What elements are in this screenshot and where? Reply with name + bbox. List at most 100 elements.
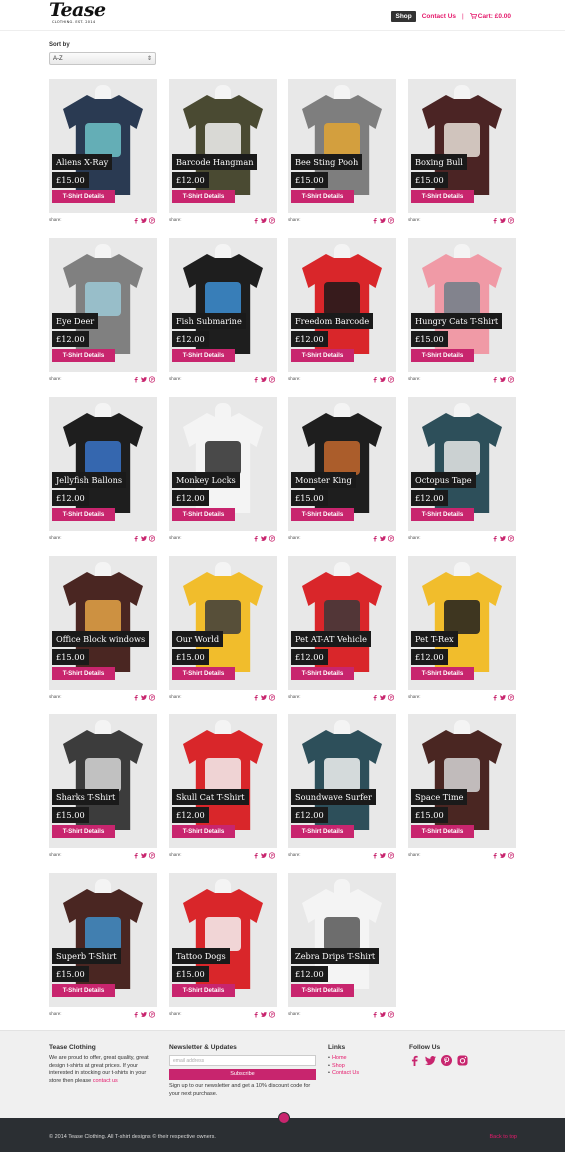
pinterest-icon[interactable] bbox=[388, 1011, 394, 1018]
pinterest-icon[interactable] bbox=[508, 852, 514, 859]
twitter-icon[interactable] bbox=[380, 376, 386, 383]
product-name[interactable]: Skull Cat T-Shirt bbox=[172, 789, 249, 805]
product-card[interactable]: Office Block windows £15.00 T-Shirt Detail… bbox=[49, 556, 157, 704]
product-photo[interactable]: Monkey Locks £12.00 T-Shirt Details bbox=[169, 397, 277, 531]
product-card[interactable]: Aliens X-Ray £15.00 T-Shirt Details share: bbox=[49, 79, 157, 227]
tshirt-details-button[interactable]: T-Shirt Details bbox=[172, 190, 235, 203]
pinterest-icon[interactable] bbox=[149, 694, 155, 701]
pinterest-icon[interactable] bbox=[269, 535, 275, 542]
twitter-icon[interactable] bbox=[425, 1055, 436, 1066]
twitter-icon[interactable] bbox=[380, 694, 386, 701]
twitter-icon[interactable] bbox=[261, 852, 267, 859]
product-name[interactable]: Hungry Cats T-Shirt bbox=[411, 313, 503, 329]
facebook-icon[interactable] bbox=[253, 694, 259, 701]
twitter-icon[interactable] bbox=[380, 535, 386, 542]
product-name[interactable]: Tattoo Dogs bbox=[172, 948, 230, 964]
pinterest-icon[interactable] bbox=[508, 694, 514, 701]
product-name[interactable]: Superb T-Shirt bbox=[52, 948, 121, 964]
facebook-icon[interactable] bbox=[133, 1011, 139, 1018]
product-photo[interactable]: Eye Deer £12.00 T-Shirt Details bbox=[49, 238, 157, 372]
product-photo[interactable]: Barcode Hangman £12.00 T-Shirt Details bbox=[169, 79, 277, 213]
facebook-icon[interactable] bbox=[372, 535, 378, 542]
twitter-icon[interactable] bbox=[261, 694, 267, 701]
newsletter-email-input[interactable]: email address bbox=[169, 1055, 316, 1067]
product-name[interactable]: Soundwave Surfer bbox=[291, 789, 376, 805]
facebook-icon[interactable] bbox=[253, 217, 259, 224]
tshirt-details-button[interactable]: T-Shirt Details bbox=[291, 984, 354, 997]
twitter-icon[interactable] bbox=[141, 376, 147, 383]
facebook-icon[interactable] bbox=[492, 535, 498, 542]
facebook-icon[interactable] bbox=[409, 1055, 420, 1067]
product-name[interactable]: Octopus Tape bbox=[411, 472, 476, 488]
twitter-icon[interactable] bbox=[141, 535, 147, 542]
product-name[interactable]: Bee Sting Pooh bbox=[291, 154, 363, 170]
tshirt-details-button[interactable]: T-Shirt Details bbox=[411, 508, 474, 521]
product-card[interactable]: Eye Deer £12.00 T-Shirt Details share: bbox=[49, 238, 157, 386]
product-photo[interactable]: Tattoo Dogs £15.00 T-Shirt Details bbox=[169, 873, 277, 1007]
product-photo[interactable]: Freedom Barcode £12.00 T-Shirt Details bbox=[288, 238, 396, 372]
twitter-icon[interactable] bbox=[500, 852, 506, 859]
product-card[interactable]: Zebra Drips T-Shirt £12.00 T-Shirt Details… bbox=[288, 873, 396, 1021]
product-card[interactable]: Freedom Barcode £12.00 T-Shirt Details shar… bbox=[288, 238, 396, 386]
tshirt-details-button[interactable]: T-Shirt Details bbox=[411, 190, 474, 203]
twitter-icon[interactable] bbox=[141, 694, 147, 701]
tshirt-details-button[interactable]: T-Shirt Details bbox=[291, 349, 354, 362]
tshirt-details-button[interactable]: T-Shirt Details bbox=[52, 349, 115, 362]
product-name[interactable]: Jellyfish Ballons bbox=[52, 472, 127, 488]
twitter-icon[interactable] bbox=[500, 376, 506, 383]
twitter-icon[interactable] bbox=[141, 217, 147, 224]
sort-select[interactable]: A-Z ⇕ bbox=[49, 52, 156, 65]
facebook-icon[interactable] bbox=[372, 694, 378, 701]
back-to-top-link[interactable]: Back to top bbox=[489, 1134, 517, 1140]
nav-cart[interactable]: Cart: £0.00 bbox=[469, 13, 511, 20]
pinterest-icon[interactable] bbox=[388, 694, 394, 701]
tshirt-details-button[interactable]: T-Shirt Details bbox=[172, 508, 235, 521]
subscribe-button[interactable]: Subscribe bbox=[169, 1069, 316, 1081]
product-card[interactable]: Jellyfish Ballons £12.00 T-Shirt Details sh… bbox=[49, 397, 157, 545]
facebook-icon[interactable] bbox=[253, 535, 259, 542]
product-photo[interactable]: Bee Sting Pooh £15.00 T-Shirt Details bbox=[288, 79, 396, 213]
tshirt-details-button[interactable]: T-Shirt Details bbox=[291, 825, 354, 838]
pinterest-icon[interactable] bbox=[508, 376, 514, 383]
product-name[interactable]: Barcode Hangman bbox=[172, 154, 258, 170]
instagram-icon[interactable] bbox=[457, 1055, 468, 1066]
twitter-icon[interactable] bbox=[261, 535, 267, 542]
pinterest-icon[interactable] bbox=[149, 376, 155, 383]
product-card[interactable]: Space Time £15.00 T-Shirt Details share: bbox=[408, 714, 516, 862]
pinterest-icon[interactable] bbox=[269, 217, 275, 224]
tshirt-details-button[interactable]: T-Shirt Details bbox=[291, 667, 354, 680]
tshirt-details-button[interactable]: T-Shirt Details bbox=[291, 190, 354, 203]
nav-shop[interactable]: Shop bbox=[391, 10, 416, 22]
product-photo[interactable]: Zebra Drips T-Shirt £12.00 T-Shirt Details bbox=[288, 873, 396, 1007]
product-photo[interactable]: Superb T-Shirt £15.00 T-Shirt Details bbox=[49, 873, 157, 1007]
pinterest-icon[interactable] bbox=[388, 535, 394, 542]
pinterest-icon[interactable] bbox=[508, 217, 514, 224]
product-name[interactable]: Eye Deer bbox=[52, 313, 99, 329]
product-photo[interactable]: Soundwave Surfer £12.00 T-Shirt Details bbox=[288, 714, 396, 848]
facebook-icon[interactable] bbox=[372, 1011, 378, 1018]
facebook-icon[interactable] bbox=[133, 217, 139, 224]
product-name[interactable]: Sharks T-Shirt bbox=[52, 789, 120, 805]
tshirt-details-button[interactable]: T-Shirt Details bbox=[172, 667, 235, 680]
product-name[interactable]: Boxing Bull bbox=[411, 154, 467, 170]
facebook-icon[interactable] bbox=[372, 217, 378, 224]
pinterest-icon[interactable] bbox=[149, 535, 155, 542]
pinterest-icon[interactable] bbox=[269, 1011, 275, 1018]
product-name[interactable]: Freedom Barcode bbox=[291, 313, 374, 329]
tshirt-details-button[interactable]: T-Shirt Details bbox=[411, 825, 474, 838]
product-card[interactable]: Skull Cat T-Shirt £12.00 T-Shirt Details sh… bbox=[169, 714, 277, 862]
facebook-icon[interactable] bbox=[253, 376, 259, 383]
product-card[interactable]: Monster King £15.00 T-Shirt Details share: bbox=[288, 397, 396, 545]
product-card[interactable]: Pet AT-AT Vehicle £12.00 T-Shirt Details sh… bbox=[288, 556, 396, 704]
product-card[interactable]: Pet T-Rex £12.00 T-Shirt Details share: bbox=[408, 556, 516, 704]
twitter-icon[interactable] bbox=[500, 217, 506, 224]
product-name[interactable]: Space Time bbox=[411, 789, 468, 805]
pinterest-icon[interactable] bbox=[149, 852, 155, 859]
product-photo[interactable]: Pet T-Rex £12.00 T-Shirt Details bbox=[408, 556, 516, 690]
footer-link-contact[interactable]: • Contact Us bbox=[328, 1070, 388, 1077]
footer-contact-link[interactable]: contact us bbox=[93, 1078, 118, 1084]
product-card[interactable]: Soundwave Surfer £12.00 T-Shirt Details sha… bbox=[288, 714, 396, 862]
product-card[interactable]: Boxing Bull £15.00 T-Shirt Details share: bbox=[408, 79, 516, 227]
product-card[interactable]: Octopus Tape £12.00 T-Shirt Details share: bbox=[408, 397, 516, 545]
pinterest-icon[interactable] bbox=[508, 535, 514, 542]
